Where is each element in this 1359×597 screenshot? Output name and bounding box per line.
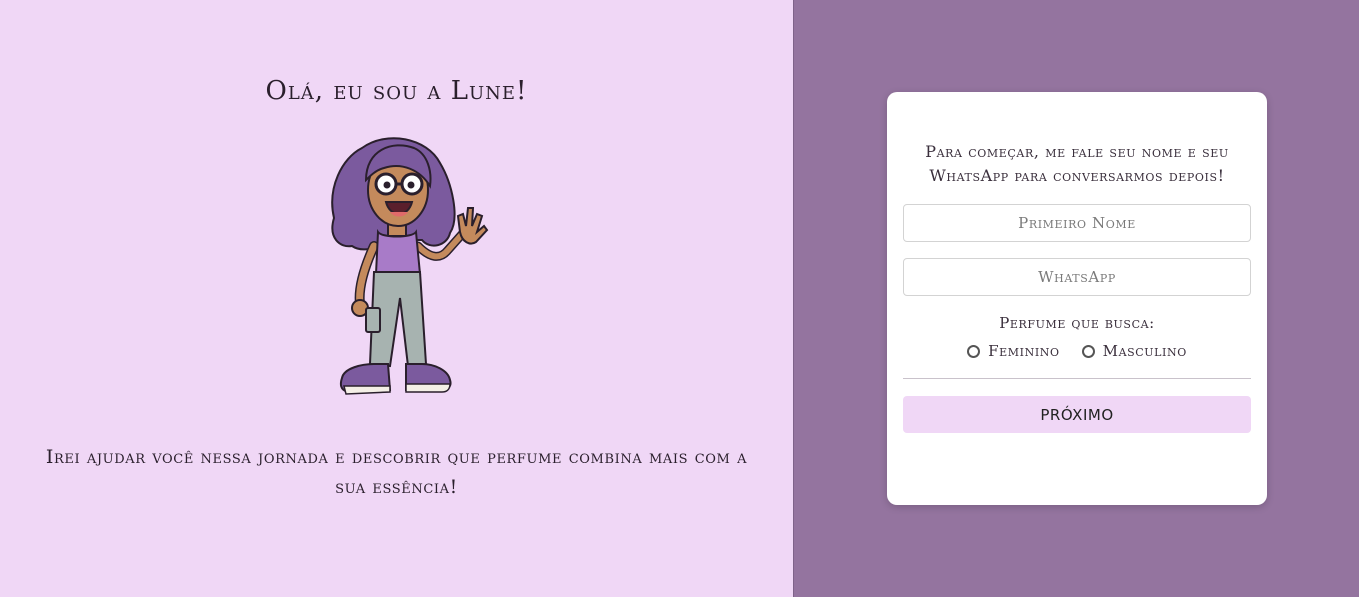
- form-panel: Para começar, me fale seu nome e seu Wha…: [793, 0, 1359, 597]
- first-name-input[interactable]: [903, 204, 1251, 242]
- next-button[interactable]: PRÓXIMO: [903, 396, 1251, 433]
- form-divider: [903, 378, 1251, 379]
- form-prompt: Para começar, me fale seu nome e seu Wha…: [925, 142, 1229, 185]
- perfume-question: Perfume que busca:: [999, 314, 1155, 332]
- whatsapp-input[interactable]: [903, 258, 1251, 296]
- option-feminino[interactable]: Feminino: [967, 342, 1059, 360]
- radio-masculino[interactable]: [1081, 344, 1095, 358]
- radio-feminino[interactable]: [967, 344, 981, 358]
- intro-text: Irei ajudar você nessa jornada e descobr…: [45, 446, 748, 498]
- greeting-title: Olá, eu sou a Lune!: [265, 76, 528, 106]
- option-masculino[interactable]: Masculino: [1081, 342, 1187, 360]
- waving-girl-illustration: [331, 137, 489, 395]
- welcome-panel: Olá, eu sou a Lune! Irei ajudar você nes…: [0, 0, 793, 597]
- option-masculino-label: Masculino: [1102, 342, 1187, 360]
- option-feminino-label: Feminino: [988, 342, 1060, 360]
- signup-card: Para começar, me fale seu nome e seu Wha…: [887, 92, 1267, 505]
- perfume-options: Feminino Masculino: [903, 342, 1251, 360]
